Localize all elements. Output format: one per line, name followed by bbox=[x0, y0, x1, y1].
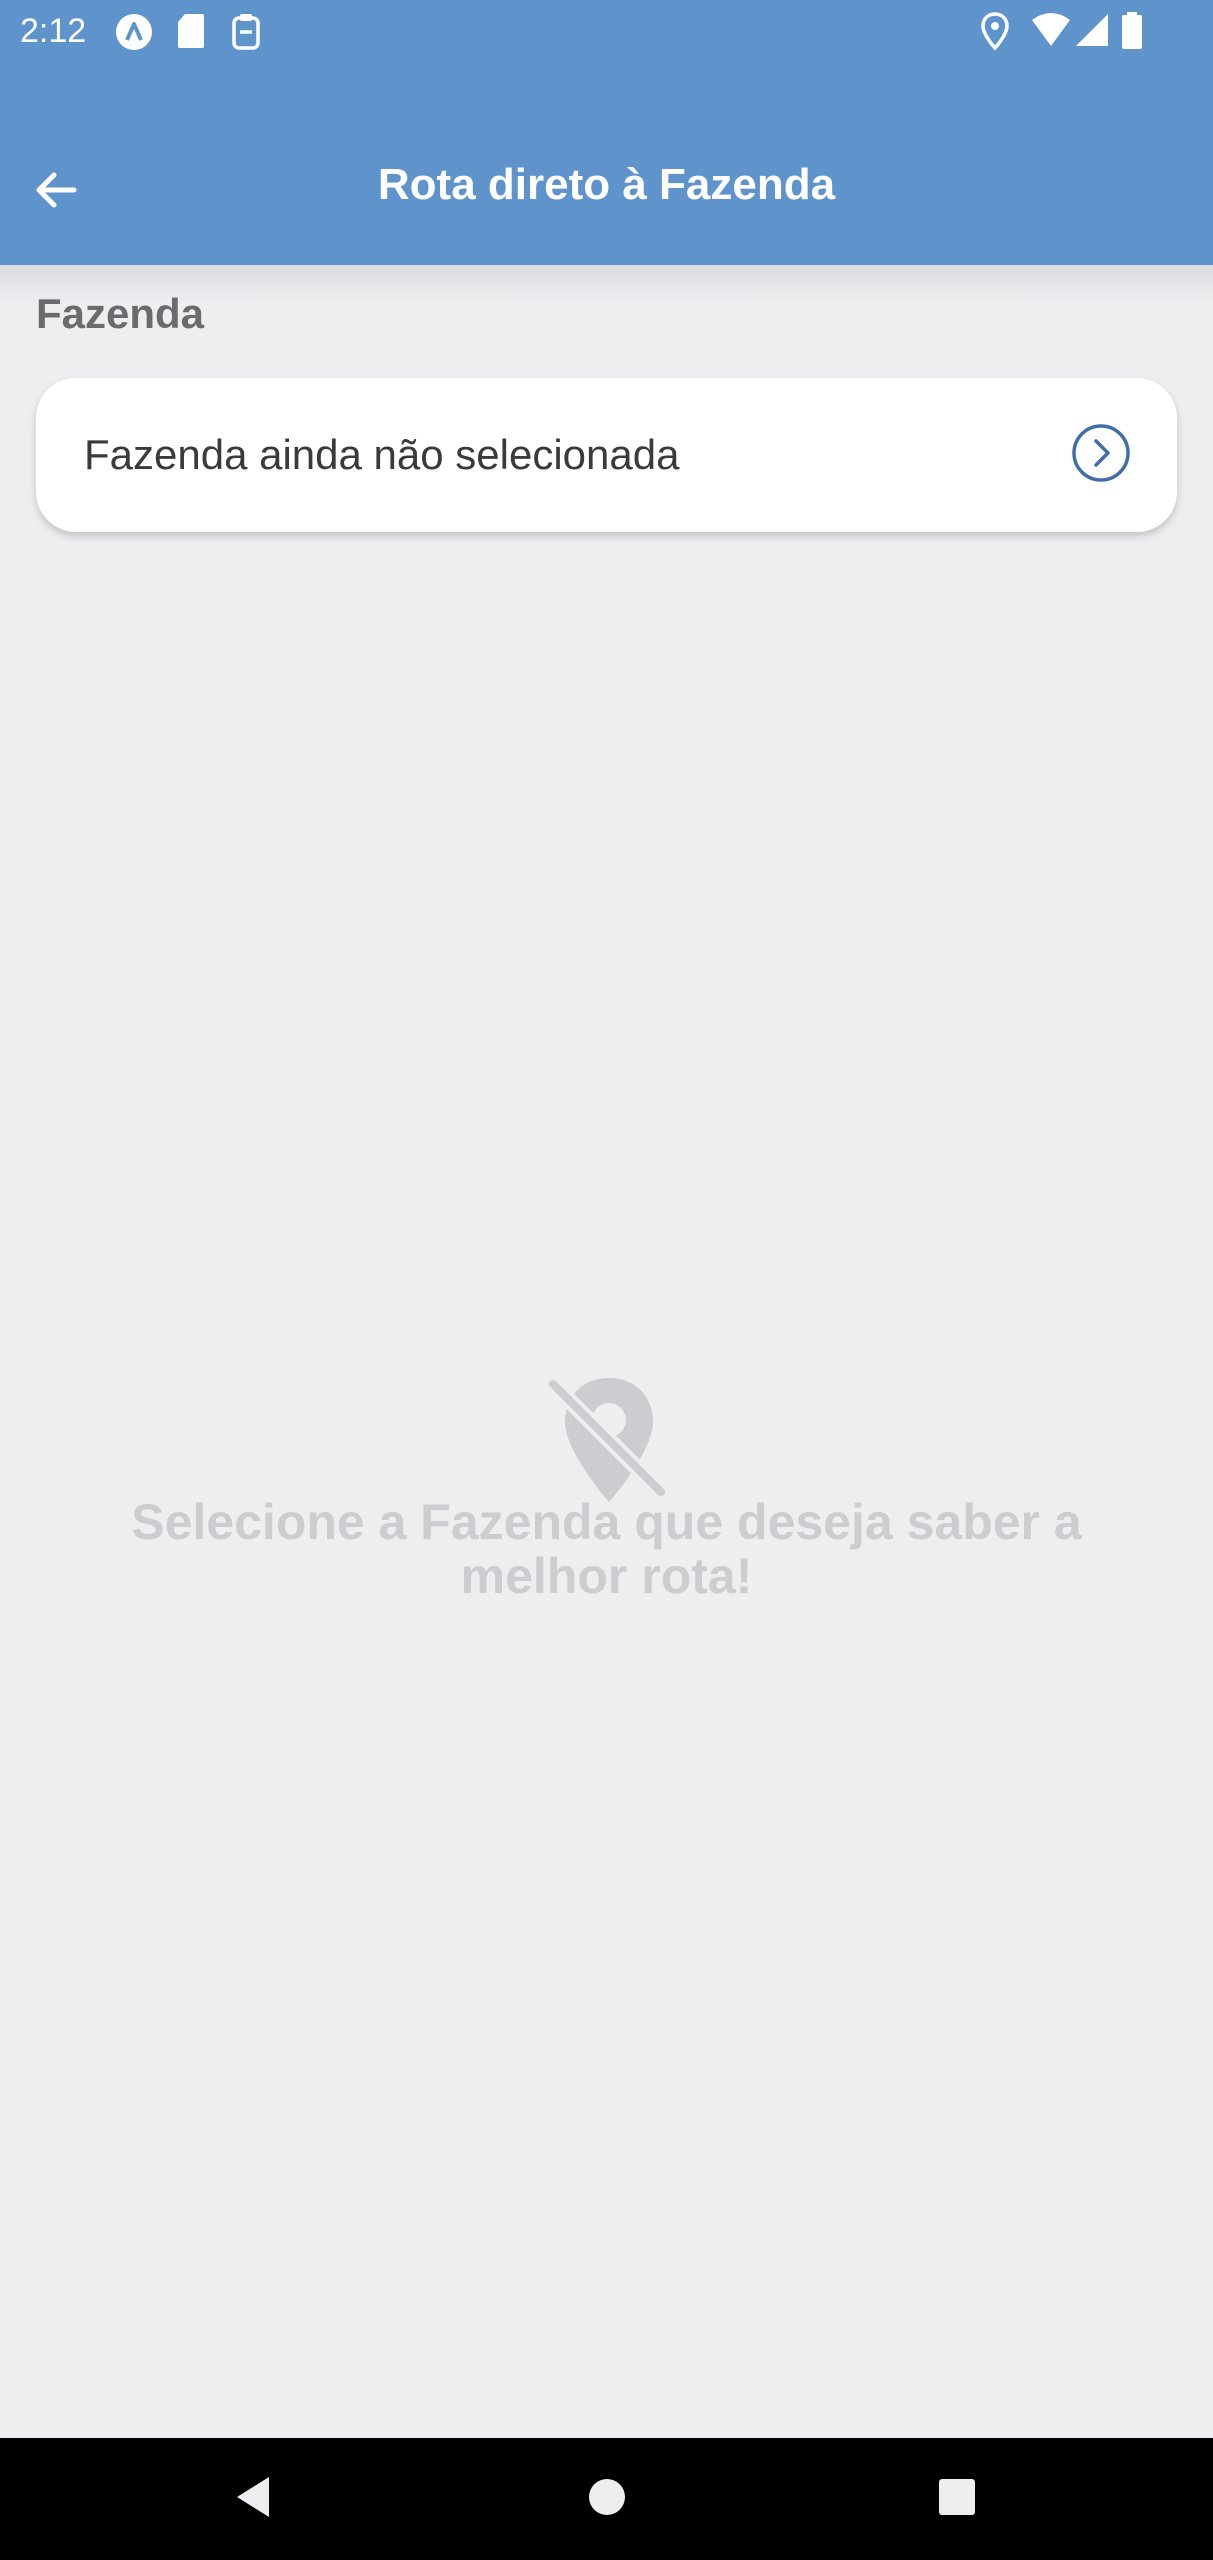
clipboard-icon bbox=[230, 12, 262, 55]
top-app-bar: 2:12 Rota direto à Fazenda bbox=[0, 0, 1213, 265]
app-a-icon bbox=[114, 12, 154, 57]
recents-square-icon bbox=[937, 2477, 977, 2522]
page-title: Rota direto à Fazenda bbox=[377, 160, 836, 209]
location-pin-icon bbox=[980, 12, 1010, 57]
farm-selector[interactable]: Fazenda ainda não selecionada bbox=[36, 378, 1177, 532]
nav-home-button[interactable] bbox=[572, 2438, 642, 2560]
system-navigation-bar bbox=[0, 2438, 1213, 2560]
back-triangle-icon bbox=[233, 2475, 273, 2524]
wifi-icon bbox=[1030, 12, 1072, 53]
battery-icon bbox=[1120, 12, 1144, 55]
status-bar: 2:12 bbox=[0, 0, 1213, 62]
empty-state-message: Selecione a Fazenda que deseja saber a m… bbox=[131, 1494, 1082, 1604]
chevron-right-circle-icon bbox=[1071, 423, 1131, 488]
farm-selector-text: Fazenda ainda não selecionada bbox=[84, 431, 680, 478]
empty-state: Selecione a Fazenda que deseja saber a m… bbox=[0, 1370, 1213, 1603]
sd-card-icon bbox=[176, 12, 206, 55]
cell-signal-icon bbox=[1074, 12, 1110, 53]
nav-back-button[interactable] bbox=[220, 2438, 286, 2560]
screen: 2:12 Rota direto à Fazenda Fazenda Fazen… bbox=[0, 0, 1213, 2560]
status-time: 2:12 bbox=[20, 12, 87, 50]
home-circle-icon bbox=[587, 2477, 627, 2522]
farm-section-label: Fazenda bbox=[36, 290, 205, 337]
nav-recents-button[interactable] bbox=[922, 2438, 992, 2560]
